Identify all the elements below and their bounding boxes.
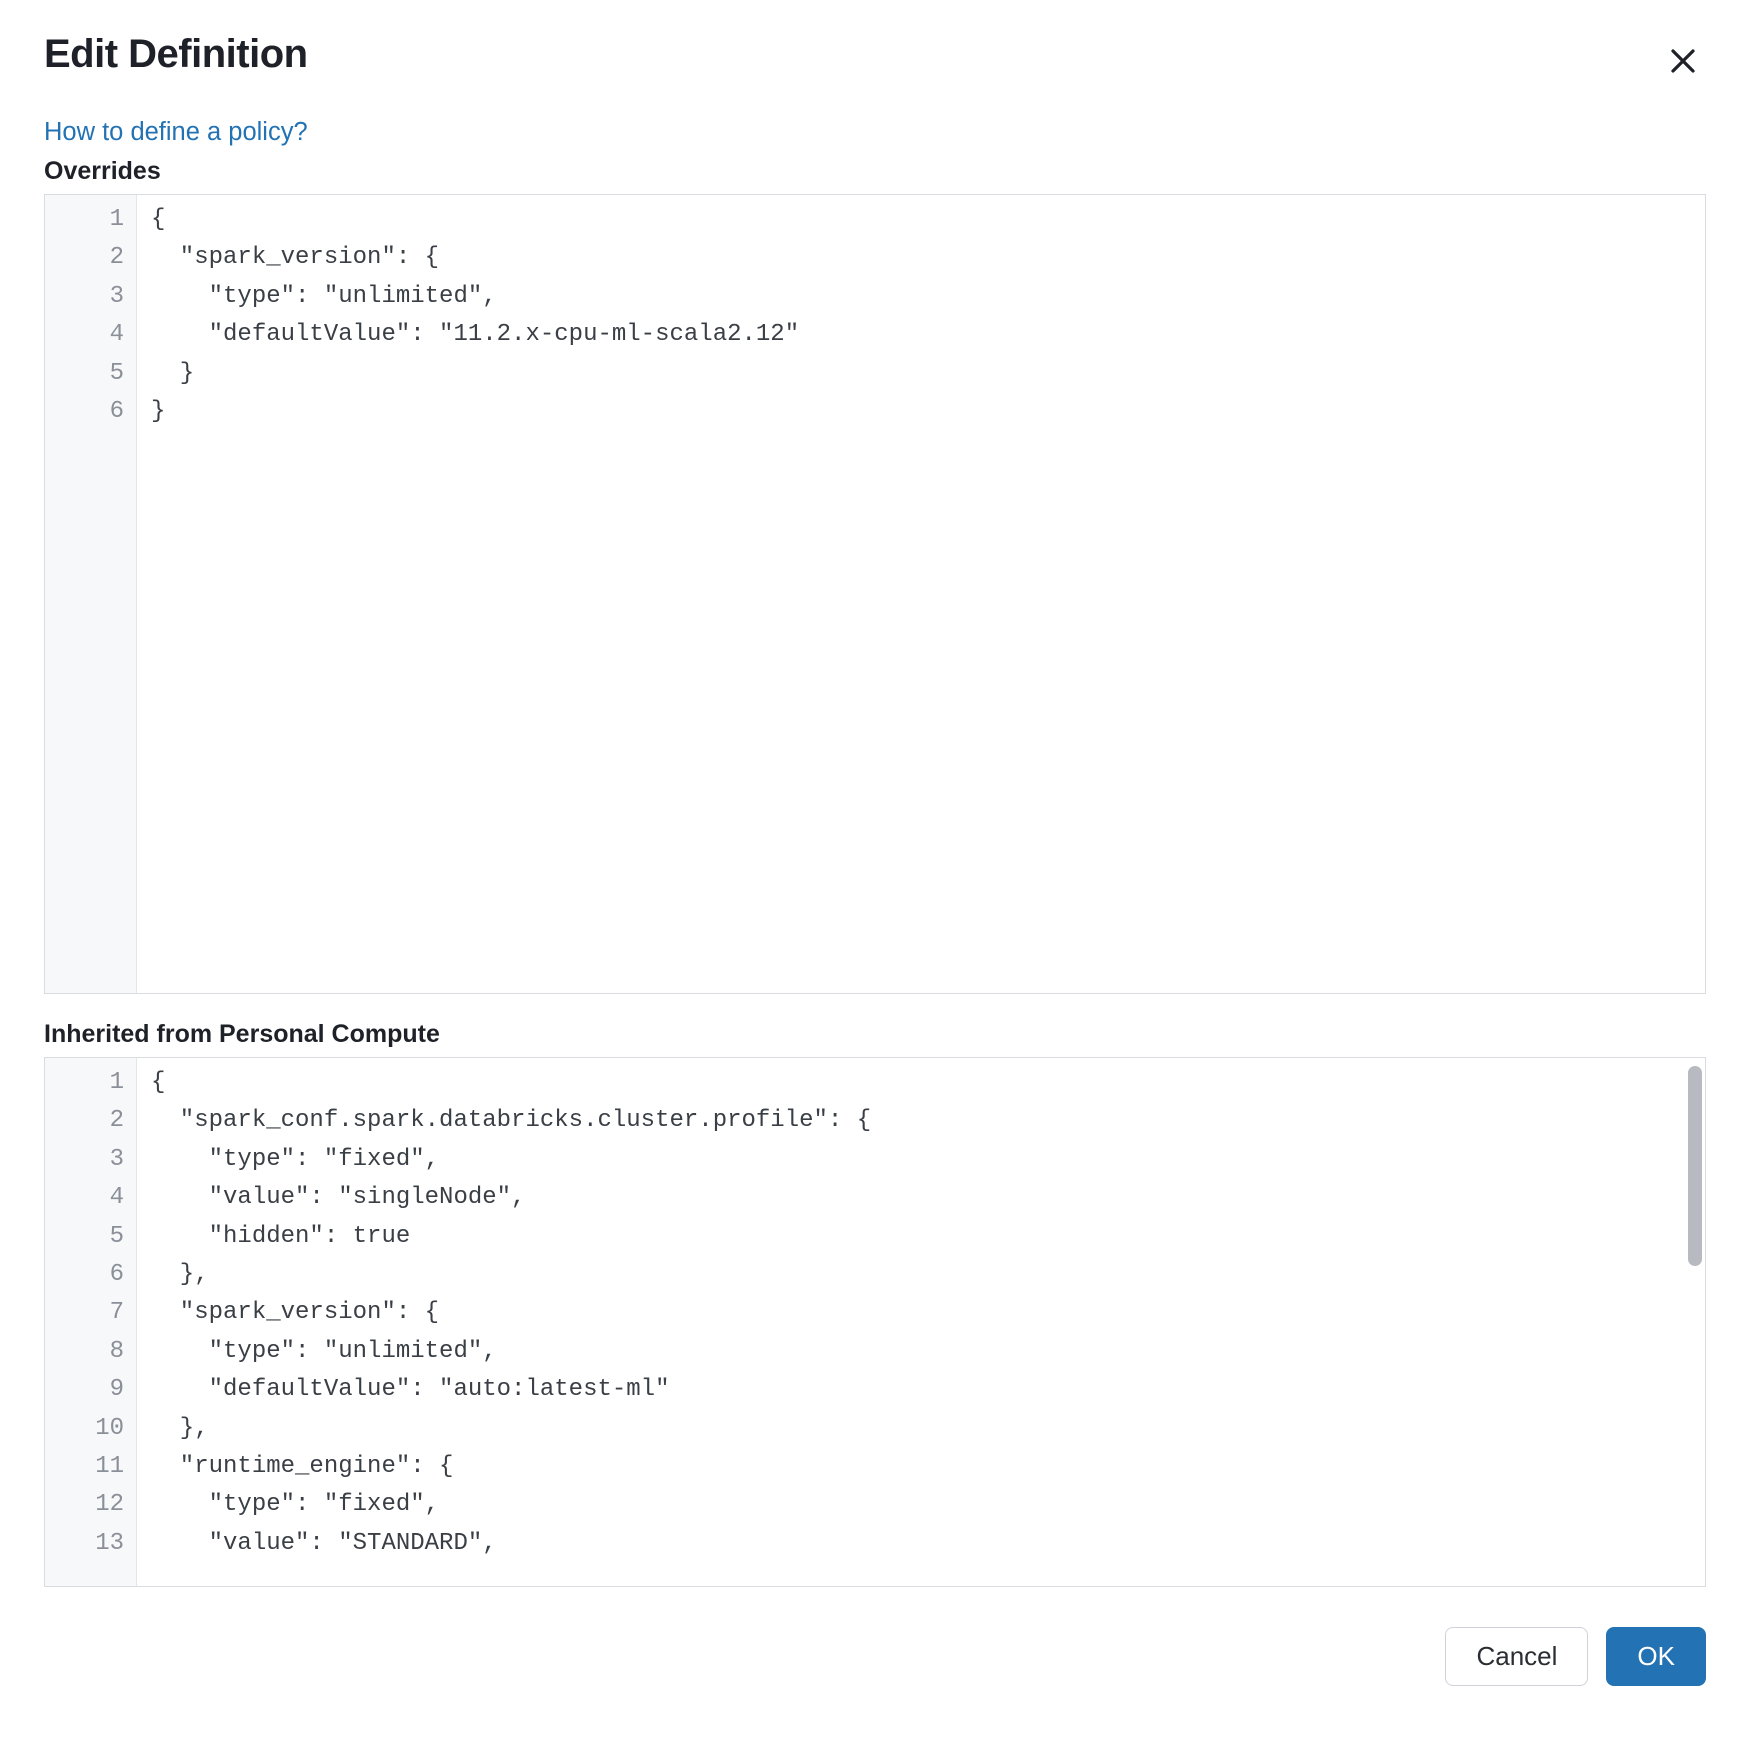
ok-button[interactable]: OK [1606, 1627, 1706, 1686]
scrollbar-thumb[interactable] [1688, 1066, 1702, 1266]
dialog-header: Edit Definition [44, 30, 1706, 118]
dialog-footer: Cancel OK [44, 1587, 1706, 1686]
overrides-label: Overrides [44, 157, 1706, 186]
inherited-code: { "spark_conf.spark.databricks.cluster.p… [137, 1058, 1705, 1586]
edit-definition-dialog: Edit Definition How to define a policy? … [0, 0, 1750, 1730]
inherited-label: Inherited from Personal Compute [44, 1020, 1706, 1049]
help-link[interactable]: How to define a policy? [44, 118, 308, 147]
close-icon [1668, 46, 1698, 76]
dialog-title: Edit Definition [44, 30, 308, 78]
close-button[interactable] [1660, 38, 1706, 84]
overrides-gutter: 1 2 3 4 5 6 [45, 195, 137, 993]
inherited-editor: 1 2 3 4 5 6 7 8 9 10 11 12 13 { "spark_c… [44, 1057, 1706, 1587]
inherited-gutter: 1 2 3 4 5 6 7 8 9 10 11 12 13 [45, 1058, 137, 1586]
cancel-button[interactable]: Cancel [1445, 1627, 1588, 1686]
overrides-editor[interactable]: 1 2 3 4 5 6 { "spark_version": { "type":… [44, 194, 1706, 994]
overrides-code[interactable]: { "spark_version": { "type": "unlimited"… [137, 195, 1705, 993]
